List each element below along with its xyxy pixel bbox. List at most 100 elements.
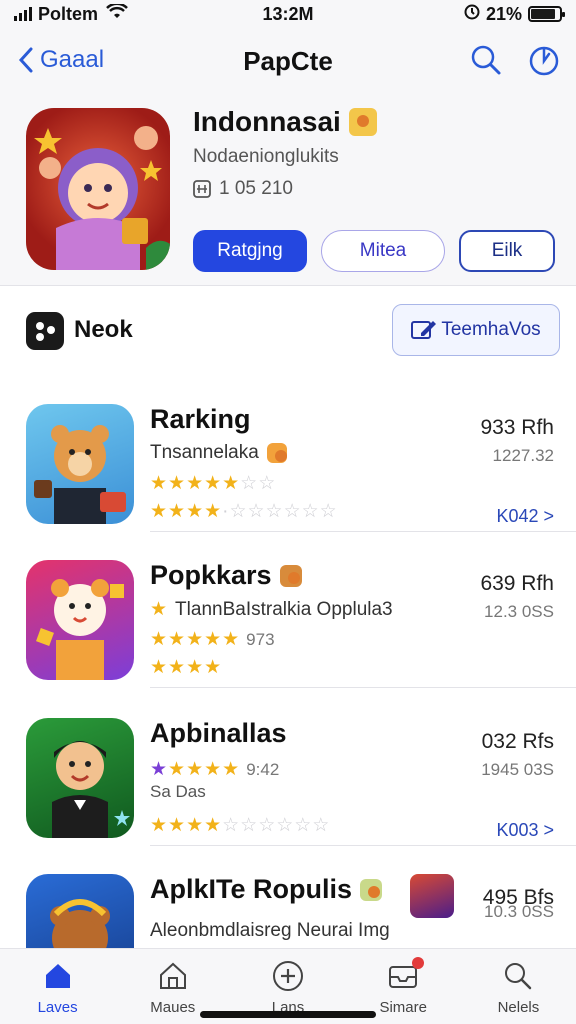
notification-badge [411, 957, 424, 969]
app-icon-fox [26, 560, 134, 680]
battery-percent: 21% [485, 3, 522, 24]
hero-stat: 1 05 210 [193, 178, 293, 200]
tab-nelels[interactable]: Nelels [461, 949, 576, 1024]
search-button[interactable] [468, 42, 504, 78]
app-price: 639 Rfh [480, 572, 554, 595]
emoji-icon [266, 443, 287, 463]
rating-row-secondary: ★★★★ [150, 656, 222, 679]
home-icon [41, 959, 75, 993]
app-desc-text: Sa Das [150, 782, 206, 801]
star-rating: ★★★★★☆☆ [150, 473, 277, 494]
app-desc: Sa Das [150, 782, 206, 802]
divider [150, 531, 576, 532]
rating-row: ★★★★★ 973 [150, 628, 275, 651]
rating-row-secondary: ★★★★☆☆☆☆☆☆ [150, 814, 330, 837]
search-icon [471, 45, 501, 75]
tab-laves[interactable]: Laves [0, 949, 115, 1024]
hero-title: Indonnasai [193, 106, 377, 138]
star-rating: ★★★★★ [150, 629, 241, 650]
divider [150, 687, 576, 688]
app-desc: Aleonbmdlaisreg Neurai Img [150, 920, 390, 942]
battery-icon [528, 6, 565, 22]
wifi-icon [106, 2, 128, 25]
emoji-icon [360, 878, 383, 901]
app-name: Popkkars [150, 560, 302, 591]
star-icon: ★ [150, 599, 168, 620]
section-action-label: TeemhaVos [441, 319, 541, 340]
plus-icon [271, 959, 305, 993]
list-item[interactable]: AplkITe Ropulis Aleonbmdlaisreg Neurai I… [0, 850, 576, 948]
rating-row: ★★★★★ 9:42 [150, 758, 279, 781]
list-item[interactable]: Rarking Tnsannelaka ★★★★★☆☆ ★★★★·☆☆☆☆☆☆ … [0, 380, 576, 532]
app-name-text: Apbinallas [150, 718, 287, 748]
rating-count: 973 [246, 629, 275, 649]
hero-subtitle: Nodaenionglukits [193, 146, 339, 167]
alarm-icon [464, 4, 480, 25]
app-name: Apbinallas [150, 718, 287, 749]
star-rating: ★★★★ [150, 657, 223, 678]
app-thumbnail[interactable] [410, 874, 454, 918]
carrier-name: Poltem [38, 3, 99, 24]
app-desc-text: Aleonbmdlaisreg Neurai Img [150, 920, 390, 941]
ranking-button[interactable]: Ratgjng [193, 230, 307, 272]
hero-stat-value: 1 05 210 [219, 178, 293, 199]
rating-row: ★★★★★☆☆ [150, 472, 276, 495]
app-sub: 10.3 0SS [484, 902, 554, 921]
app-price: 933 Rfh [480, 416, 554, 439]
app-sub: 1227.32 [492, 446, 554, 465]
home-indicator[interactable] [200, 1011, 376, 1018]
list-item[interactable]: Apbinallas ★★★★★ 9:42 Sa Das ★★★★☆☆☆☆☆☆ 0… [0, 694, 576, 846]
rating-count: 9:42 [246, 759, 280, 779]
rating-row-secondary: ★★★★·☆☆☆☆☆☆ [150, 500, 338, 523]
app-price: 032 Rfs [481, 730, 554, 753]
app-desc-text: Tnsannelaka [150, 442, 259, 463]
app-link[interactable]: K042 > [496, 506, 554, 527]
star-rating: ★★★★☆☆☆☆☆☆ [150, 815, 331, 836]
apps-icon [156, 959, 190, 993]
page-title: PapCte [243, 46, 333, 76]
emoji-icon [348, 108, 377, 136]
tab-label: Simare [379, 999, 427, 1016]
app-name-text: Rarking [150, 404, 251, 434]
app-name: AplkITe Ropulis [150, 874, 383, 905]
tab-label: Maues [150, 999, 196, 1016]
list-item[interactable]: Popkkars ★ TlannBaIstralkia Opplula3 ★★★★… [0, 536, 576, 688]
app-icon-animal [26, 874, 134, 948]
edit-icon [411, 321, 437, 339]
more-button[interactable]: Mitea [321, 230, 445, 272]
app-icon-bear [26, 404, 134, 524]
grid-icon [193, 180, 211, 198]
app-sub: 12.3 0SS [484, 602, 554, 621]
chevron-left-icon [18, 47, 33, 73]
dots-app-icon [26, 312, 64, 350]
edit-button[interactable]: Eilk [459, 230, 555, 272]
app-name: Rarking [150, 404, 251, 435]
emoji-icon [279, 564, 302, 587]
star-rating: ★★★★★ [150, 759, 241, 780]
back-button[interactable]: Gaaal [18, 46, 104, 74]
status-bar: Poltem 13:2M 21% [0, 0, 576, 28]
status-time: 13:2M [262, 3, 314, 24]
app-desc-text: TlannBaIstralkia Opplula3 [175, 598, 393, 620]
section-title: Neok [74, 316, 133, 343]
app-name-text: Popkkars [150, 560, 272, 590]
hero-title-text: Indonnasai [193, 106, 341, 137]
signal-icon [14, 7, 32, 21]
timer-button[interactable] [526, 42, 562, 78]
app-desc: ★ TlannBaIstralkia Opplula3 [150, 598, 393, 621]
tab-label: Nelels [497, 999, 540, 1016]
app-name-text: AplkITe Ropulis [150, 874, 353, 904]
section-action-button[interactable]: TeemhaVos [392, 304, 560, 356]
hero-app-icon[interactable] [26, 108, 170, 270]
app-link[interactable]: K003 > [496, 820, 554, 841]
back-label: Gaaal [40, 46, 105, 73]
app-sub: 1945 03S [481, 760, 554, 779]
search-icon [501, 959, 535, 993]
tab-label: Laves [37, 999, 78, 1016]
star-rating: ★★★★·☆☆☆☆☆☆ [150, 501, 338, 522]
section-header: Neok TeemhaVos [0, 300, 576, 362]
nav-bar: Gaaal PapCte [0, 42, 576, 82]
timer-icon [529, 46, 559, 76]
app-header: Gaaal PapCte Indonnasai Nodaenionglukits… [0, 28, 576, 286]
app-icon-character [26, 718, 134, 838]
